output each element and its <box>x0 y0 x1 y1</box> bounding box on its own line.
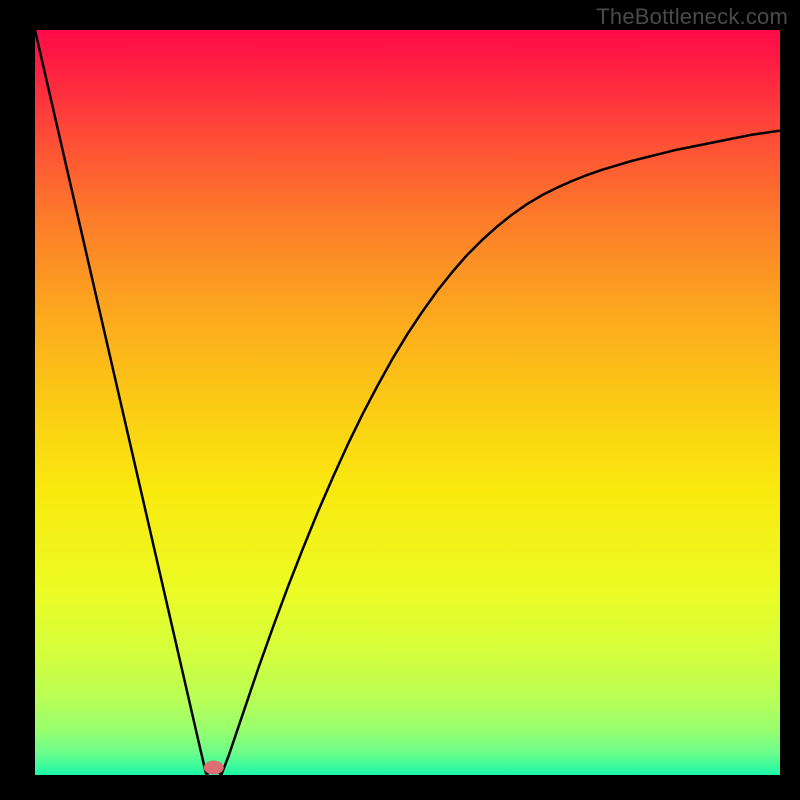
chart-svg <box>35 30 780 775</box>
plot-area <box>35 30 780 775</box>
watermark-text: TheBottleneck.com <box>596 4 788 30</box>
gradient-background <box>35 30 780 775</box>
marker-dot <box>204 761 224 775</box>
chart-frame: TheBottleneck.com <box>0 0 800 800</box>
